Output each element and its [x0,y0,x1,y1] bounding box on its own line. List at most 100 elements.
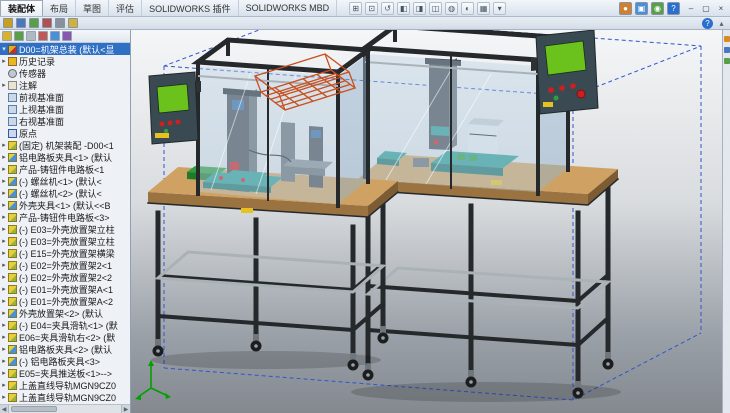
display-style-icon[interactable]: ◫ [429,2,442,15]
help-icon[interactable]: ? [702,18,713,29]
section-view-icon[interactable]: ◧ [397,2,410,15]
tree-item[interactable]: ▸ (-) E15=外壳放置架横梁 [0,247,130,259]
tree-item[interactable]: ▸ (-) 螺丝机<2> (默认< [0,187,130,199]
tree-item[interactable]: ▸ 产品-铸钮件电路板<1 [0,163,130,175]
tree-item[interactable]: ▸ (-) 铝电路板夹具<3> [0,355,130,367]
tree-item[interactable]: ▸ 产品-铸钮件电路板<3> [0,211,130,223]
expand-arrow-icon[interactable]: ▸ [0,249,8,257]
assembly-features-icon[interactable] [55,18,65,28]
tab-layout[interactable]: 布局 [43,0,76,16]
close-button[interactable]: × [714,2,728,15]
expand-arrow-icon[interactable]: ▸ [0,153,8,161]
task-pane-strip[interactable] [722,30,730,413]
tree-item[interactable]: ▸ 外壳放置架<2> (默认 [0,307,130,319]
camera-icon[interactable]: ◉ [651,2,664,15]
expand-arrow-icon[interactable]: ▸ [0,285,8,293]
tree-item[interactable]: ▸ (固定) 机架装配 -D00<1 [0,139,130,151]
dimxpertmanager-tab-icon[interactable] [38,31,48,41]
tree-item[interactable]: ▸ (-) E01=外壳放置架A<2 [0,295,130,307]
expand-arrow-icon[interactable]: ▸ [0,393,8,401]
view-settings-icon[interactable]: ▾ [493,2,506,15]
taskpane-explorer-icon[interactable] [724,58,730,64]
expand-arrow-icon[interactable]: ▸ [0,357,8,365]
expand-arrow-icon[interactable]: ▸ [0,381,8,389]
featuremanager-tab-icon[interactable] [2,31,12,41]
tree-item[interactable]: ▸ 历史记录 [0,55,130,67]
expand-arrow-icon[interactable]: ▸ [0,177,8,185]
hide-show-items-icon[interactable]: ◍ [445,2,458,15]
move-component-icon[interactable] [42,18,52,28]
taskpane-library-icon[interactable] [724,47,730,53]
scene-icon[interactable]: ▣ [635,2,648,15]
scroll-left-icon[interactable]: ◀ [0,405,9,413]
expand-arrow-icon[interactable]: ▸ [0,273,8,281]
tree-item[interactable]: ▸ (-) E02=外壳放置架2<1 [0,259,130,271]
tree-item[interactable]: ▸ 上盖直线导轨MGN9CZ0 [0,379,130,391]
tree-item[interactable]: ▸ E05=夹具推送板<1>--> [0,367,130,379]
tree-item[interactable]: ▸ 外壳夹具<1> (默认<<B [0,199,130,211]
expand-arrow-icon[interactable]: ▸ [0,309,8,317]
expand-arrow-icon[interactable]: ▸ [0,297,8,305]
tree-item[interactable]: 右视基准面 [0,115,130,127]
expand-arrow-icon[interactable]: ▸ [0,369,8,377]
tree-item[interactable]: ▸ (-) E03=外壳放置架立柱 [0,223,130,235]
tree-item[interactable]: 原点 [0,127,130,139]
minimize-button[interactable]: – [684,2,698,15]
expand-arrow-icon[interactable]: ▸ [0,165,8,173]
expand-arrow-icon[interactable]: ▸ [0,237,8,245]
maximize-button[interactable]: ▢ [699,2,713,15]
expand-arrow-icon[interactable]: ▸ [0,213,8,221]
apply-scene-icon[interactable]: ▦ [477,2,490,15]
tree-item[interactable]: ▸ (-) E01=外壳放置架A<1 [0,283,130,295]
expand-arrow-icon[interactable]: ▸ [0,57,8,65]
expand-arrow-icon[interactable]: ▾ [0,45,8,53]
exploded-view-icon[interactable] [68,18,78,28]
help-icon[interactable]: ? [667,2,680,15]
tree-item[interactable]: ▸ 铝电路板夹具<2> (默认 [0,343,130,355]
tab-sketch[interactable]: 草图 [76,0,109,16]
expand-arrow-icon[interactable]: ▸ [0,333,8,341]
expand-arrow-icon[interactable]: ▸ [0,345,8,353]
tree-item[interactable]: ▸ 注解 [0,79,130,91]
tree-horizontal-scrollbar[interactable]: ◀ ▶ [0,404,130,413]
expand-arrow-icon[interactable]: ▸ [0,189,8,197]
pin-toolbar-icon[interactable]: ▴ [716,18,727,29]
tab-solidworks-addins[interactable]: SOLIDWORKS 插件 [142,0,239,16]
tree-item[interactable]: ▸ (-) E02=外壳放置架2<2 [0,271,130,283]
tree-item[interactable]: 上视基准面 [0,103,130,115]
configurationmanager-tab-icon[interactable] [26,31,36,41]
scroll-track[interactable] [9,405,121,413]
expand-arrow-icon[interactable]: ▸ [0,141,8,149]
expand-arrow-icon[interactable]: ▸ [0,81,8,89]
insert-components-icon[interactable] [3,18,13,28]
appearance-icon[interactable]: ● [619,2,632,15]
tree-item[interactable]: ▸ (-) E04=夹具滑轨<1> (默 [0,319,130,331]
tab-assembly[interactable]: 装配体 [0,0,43,16]
tree-item[interactable]: ▸ 铝电路板夹具<1> (默认 [0,151,130,163]
previous-view-icon[interactable]: ↺ [381,2,394,15]
propertymanager-tab-icon[interactable] [14,31,24,41]
zoom-fit-icon[interactable]: ⊞ [349,2,362,15]
scroll-right-icon[interactable]: ▶ [121,405,130,413]
graphics-viewport[interactable] [131,30,722,413]
tree-item[interactable]: ▸ (-) E03=外壳放置架立柱 [0,235,130,247]
taskpane-resources-icon[interactable] [724,36,730,42]
expand-arrow-icon[interactable]: ▸ [0,321,8,329]
edit-appearance-icon[interactable]: ◐ [461,2,474,15]
displaymanager-tab-icon[interactable] [50,31,60,41]
cam-tab-icon[interactable] [62,31,72,41]
expand-arrow-icon[interactable]: ▸ [0,225,8,233]
mate-icon[interactable] [16,18,26,28]
tree-item[interactable]: ▸ 上盖直线导轨MGN9CZ0 [0,391,130,403]
expand-arrow-icon[interactable]: ▸ [0,261,8,269]
expand-arrow-icon[interactable]: ▸ [0,201,8,209]
tree-item[interactable]: ▸ E06=夹具滑轨右<2> (默 [0,331,130,343]
tree-item[interactable]: 前视基准面 [0,91,130,103]
zoom-area-icon[interactable]: ⊡ [365,2,378,15]
tab-solidworks-mbd[interactable]: SOLIDWORKS MBD [239,0,338,16]
tree-item[interactable]: ▸ (-) 螺丝机<1> (默认< [0,175,130,187]
tree-item[interactable]: 传感器 [0,67,130,79]
scroll-thumb[interactable] [11,406,57,412]
tab-evaluate[interactable]: 评估 [109,0,142,16]
tree-item[interactable]: ▾ D00=机架总装 (默认<显 [0,43,130,55]
